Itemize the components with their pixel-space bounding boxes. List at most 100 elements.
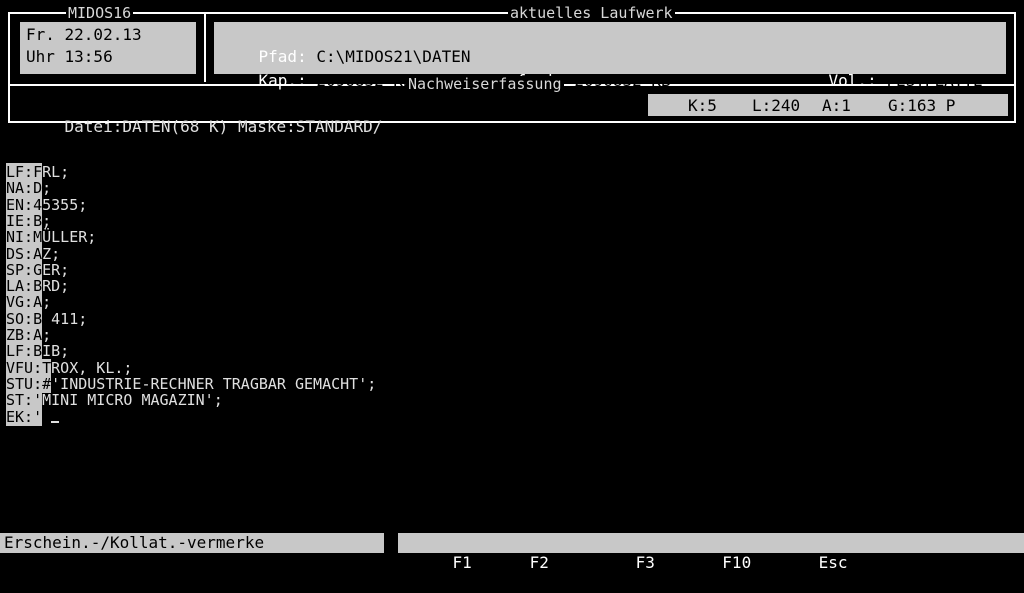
field-value-text: ; bbox=[42, 293, 52, 312]
field-row[interactable]: STU:#'INDUSTRIE-RECHNER TRAGBAR GEMACHT'… bbox=[6, 374, 377, 393]
field-value[interactable]: B 411; bbox=[33, 309, 88, 328]
field-value[interactable]: A; bbox=[33, 293, 52, 312]
field-row[interactable]: EN:45355; bbox=[6, 195, 88, 214]
field-value[interactable]: A; bbox=[33, 326, 51, 344]
counter-a: A:1 bbox=[822, 96, 851, 115]
date-display: Fr. 22.02.13 bbox=[26, 25, 142, 44]
free-value: 2096832 KB bbox=[574, 71, 671, 90]
drive-caption: aktuelles Laufwerk bbox=[508, 4, 675, 22]
field-key: NI: bbox=[6, 228, 34, 247]
file-mask-row: Datei:DATEN(68 K) Maske:STANDARD/ bbox=[26, 94, 383, 160]
field-key: LF: bbox=[6, 163, 34, 181]
field-value-cursor-char: B bbox=[33, 342, 43, 361]
field-value-cursor-char: A bbox=[33, 244, 43, 263]
field-key: NA: bbox=[6, 179, 34, 198]
field-value[interactable]: #'INDUSTRIE-RECHNER TRAGBAR GEMACHT'; bbox=[42, 374, 377, 393]
field-value[interactable]: BIB; bbox=[33, 342, 69, 361]
field-value-cursor-char: T bbox=[42, 358, 52, 377]
field-key: EK: bbox=[6, 407, 34, 426]
app-caption: MIDOS16 bbox=[66, 4, 134, 22]
field-value-text: ER; bbox=[42, 260, 70, 279]
field-value[interactable]: TROX, KL.; bbox=[42, 358, 133, 377]
field-value-text: ROX, KL.; bbox=[51, 358, 133, 377]
field-key: VFU: bbox=[6, 358, 43, 377]
file-value: DATEN(68 K) bbox=[122, 117, 229, 136]
field-value-text: Z; bbox=[42, 244, 61, 263]
field-value-cursor-char: 4 bbox=[33, 195, 43, 214]
field-value[interactable]: GER; bbox=[33, 260, 70, 279]
field-value[interactable]: D; bbox=[33, 179, 51, 198]
f2-label[interactable]: Trenner bbox=[559, 553, 626, 572]
field-row[interactable]: IE:B; bbox=[6, 211, 51, 230]
field-row[interactable]: NA:D; bbox=[6, 179, 51, 198]
field-key: ST: bbox=[6, 391, 34, 410]
field-row[interactable]: SP:GER; bbox=[6, 260, 70, 279]
status-bar: Erschein.-/Kollat.-vermerke F1 Menü F2 T… bbox=[0, 533, 1024, 572]
field-row[interactable]: LF:FRL; bbox=[6, 163, 69, 181]
field-row[interactable]: LF:BIB; bbox=[6, 342, 69, 361]
counter-k: K:5 bbox=[688, 96, 717, 115]
f10-label[interactable]: Hilfe bbox=[761, 553, 809, 572]
field-value-text: 411; bbox=[42, 309, 88, 328]
field-key: SP: bbox=[6, 260, 34, 279]
field-row[interactable]: LA:BRD; bbox=[6, 277, 70, 296]
field-row[interactable]: EK:' bbox=[6, 407, 60, 426]
field-key: DS: bbox=[6, 244, 34, 263]
field-value[interactable]: MÜLLER; bbox=[33, 228, 97, 247]
field-row[interactable]: NI:MÜLLER; bbox=[6, 228, 97, 247]
field-key: STU: bbox=[6, 374, 43, 393]
counter-g: G:163 P bbox=[888, 96, 956, 115]
field-value-cursor-char: B bbox=[33, 277, 43, 296]
field-value-text: ÜLLER; bbox=[42, 228, 97, 247]
field-value-cursor-char: A bbox=[33, 326, 43, 344]
capacity-value: 2096832 KB bbox=[316, 71, 413, 90]
field-value-text: ; bbox=[42, 326, 52, 344]
field-key: VG: bbox=[6, 293, 34, 312]
text-cursor bbox=[51, 420, 60, 423]
field-value-text: RD; bbox=[42, 277, 70, 296]
field-row[interactable]: SO:B 411; bbox=[6, 309, 88, 328]
field-value[interactable]: FRL; bbox=[33, 163, 69, 181]
status-context: Erschein.-/Kollat.-vermerke bbox=[0, 533, 384, 553]
field-value-cursor-char: M bbox=[33, 228, 43, 247]
field-key: LF: bbox=[6, 342, 34, 361]
field-row[interactable]: ST:'MINI MICRO MAGAZIN'; bbox=[6, 391, 223, 410]
header-frame: Fr. 22.02.13 Uhr 13:56 Pfad: C:\MIDOS21\… bbox=[8, 4, 1016, 136]
f1-key[interactable]: F1 bbox=[453, 553, 472, 572]
field-row[interactable]: VFU:TROX, KL.; bbox=[6, 358, 133, 377]
field-value-text: MINI MICRO MAGAZIN'; bbox=[42, 391, 223, 410]
field-row[interactable]: DS:AZ; bbox=[6, 244, 61, 263]
counter-l: L:240 bbox=[752, 96, 801, 115]
f10-key[interactable]: F10 bbox=[722, 553, 751, 572]
field-value[interactable]: ' bbox=[33, 407, 43, 426]
field-value-cursor-char: B bbox=[33, 309, 43, 328]
field-value[interactable]: 'MINI MICRO MAGAZIN'; bbox=[33, 391, 223, 410]
section-caption: Nachweiserfassung bbox=[406, 75, 564, 93]
f1-label[interactable]: Menü bbox=[481, 553, 520, 572]
field-row[interactable]: ZB:A; bbox=[6, 326, 51, 344]
field-value-text: RL; bbox=[42, 163, 70, 181]
field-value[interactable]: AZ; bbox=[33, 244, 61, 263]
f2-key[interactable]: F2 bbox=[530, 553, 549, 572]
field-row[interactable]: VG:A; bbox=[6, 293, 52, 312]
volume-label: Vol.: bbox=[828, 71, 877, 90]
field-value-cursor-char: D bbox=[33, 179, 43, 198]
volume-value: FESTPLATTE bbox=[886, 71, 983, 90]
capacity-label: Kap.: bbox=[258, 71, 307, 90]
field-key: SO: bbox=[6, 309, 34, 328]
file-label: Datei: bbox=[64, 117, 123, 136]
field-value[interactable]: 45355; bbox=[33, 195, 88, 214]
field-key: EN: bbox=[6, 195, 34, 214]
field-value-cursor-char: ' bbox=[33, 391, 43, 410]
field-value[interactable]: BRD; bbox=[33, 277, 70, 296]
field-value-text: 'INDUSTRIE-RECHNER TRAGBAR GEMACHT'; bbox=[51, 374, 377, 393]
field-value-text: 5355; bbox=[42, 195, 88, 214]
field-key: ZB: bbox=[6, 326, 34, 344]
field-value-cursor-char: # bbox=[42, 374, 52, 393]
f3-label[interactable]: kopi bbox=[665, 553, 704, 572]
time-display: Uhr 13:56 bbox=[26, 47, 113, 66]
esc-key[interactable]: Esc bbox=[819, 553, 848, 572]
f3-key[interactable]: F3 bbox=[636, 553, 655, 572]
esc-label[interactable]: zurück bbox=[857, 553, 915, 572]
field-value-cursor-char: F bbox=[33, 163, 43, 181]
